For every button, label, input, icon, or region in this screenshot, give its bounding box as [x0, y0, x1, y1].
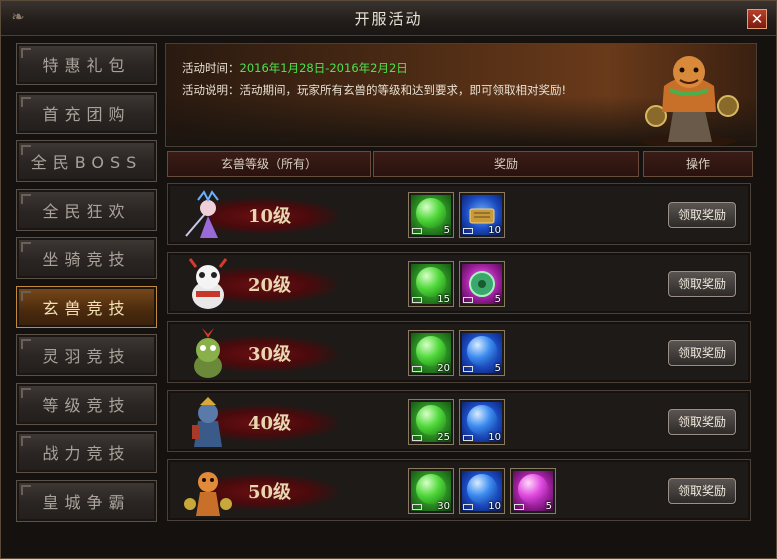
bind-icon: [412, 228, 422, 234]
sidebar-item-mount-race[interactable]: 坐骑竞技: [16, 237, 157, 279]
reward-item[interactable]: 5: [459, 330, 505, 376]
sidebar-item-beast-race[interactable]: 玄兽竞技: [16, 285, 157, 328]
paw-orb-icon: [467, 474, 497, 504]
item-count: 20: [437, 363, 450, 374]
bind-icon: [412, 297, 422, 303]
content-panel: 活动时间：2016年1月28日-2016年2月2日 活动说明：活动期间，玩家所有…: [165, 43, 759, 523]
sidebar-item-special-gift[interactable]: 特惠礼包: [16, 43, 157, 85]
item-count: 10: [488, 501, 501, 512]
close-button[interactable]: ✕: [747, 9, 767, 29]
reward-items: 5 10: [408, 192, 505, 238]
jade-icon: [469, 271, 495, 297]
reward-item[interactable]: 10: [459, 399, 505, 445]
paw-orb-icon: [467, 405, 497, 435]
activity-time-value: 2016年1月28日-2016年2月2日: [239, 61, 408, 75]
claim-reward-button[interactable]: 领取奖励: [668, 271, 736, 297]
reward-item[interactable]: 10: [459, 468, 505, 514]
bind-icon: [463, 366, 473, 372]
title-bar[interactable]: ❧ 开服活动 ✕: [1, 1, 776, 36]
level-label: 20级: [248, 275, 292, 296]
item-count: 5: [494, 294, 501, 305]
sidebar-item-power-race[interactable]: 战力竞技: [16, 431, 157, 473]
item-count: 30: [437, 501, 450, 512]
bind-icon: [412, 435, 422, 441]
level-label: 30级: [248, 344, 292, 365]
reward-item[interactable]: 20: [408, 330, 454, 376]
reward-item[interactable]: 25: [408, 399, 454, 445]
claim-reward-button[interactable]: 领取奖励: [668, 409, 736, 435]
item-count: 25: [437, 432, 450, 443]
sidebar-item-level-race[interactable]: 等级竞技: [16, 382, 157, 425]
level-label: 40级: [248, 413, 292, 434]
level-label: 50级: [248, 482, 292, 503]
pet-panda-icon: [188, 258, 228, 309]
pet-armored-knight-icon: [192, 397, 222, 447]
paw-orb-icon: [416, 405, 446, 435]
table-header: 玄兽等级（所有） 奖励 操作: [165, 151, 757, 179]
reward-items: 25 10: [408, 399, 505, 445]
item-count: 5: [494, 363, 501, 374]
table-row: 10级 5 10 领取奖励: [167, 183, 751, 245]
pet-fairy-icon: [185, 190, 219, 238]
reward-items: 30 10 5: [408, 468, 556, 514]
reward-items: 15 5: [408, 261, 505, 307]
bind-icon: [463, 228, 473, 234]
activity-time-label: 活动时间：: [182, 61, 240, 75]
item-count: 5: [545, 501, 552, 512]
item-count: 10: [488, 432, 501, 443]
reward-item[interactable]: 5: [510, 468, 556, 514]
reward-items: 20 5: [408, 330, 505, 376]
bind-icon: [463, 435, 473, 441]
sidebar: 特惠礼包 首充团购 全民BOSS 全民狂欢 坐骑竞技 玄兽竞技 灵羽竞技 等级竞…: [16, 43, 161, 528]
claim-reward-button[interactable]: 领取奖励: [668, 340, 736, 366]
window-title: 开服活动: [354, 10, 423, 28]
bind-icon: [412, 504, 422, 510]
paw-orb-icon: [416, 474, 446, 504]
claim-reward-button[interactable]: 领取奖励: [668, 202, 736, 228]
reward-item[interactable]: 30: [408, 468, 454, 514]
level-label: 10级: [248, 206, 292, 227]
reward-item[interactable]: 5: [408, 192, 454, 238]
bind-icon: [514, 504, 524, 510]
activity-desc-value: 活动期间，玩家所有玄兽的等级和达到要求，即可领取相对奖励!: [239, 83, 567, 97]
activity-description: 活动说明：活动期间，玩家所有玄兽的等级和达到要求，即可领取相对奖励!: [182, 82, 566, 98]
claim-reward-button[interactable]: 领取奖励: [668, 478, 736, 504]
item-count: 10: [488, 225, 501, 236]
beast-warrior-portrait: [640, 56, 739, 146]
table-row: 20级 15 5 领取奖励: [167, 252, 751, 314]
sidebar-item-castle-war[interactable]: 皇城争霸: [16, 479, 157, 522]
table-row: 40级 25 10 领取奖励: [167, 390, 751, 452]
event-window: ❧ 开服活动 ✕ 特惠礼包 首充团购 全民BOSS 全民狂欢 坐骑竞技 玄兽竞技…: [0, 0, 777, 559]
paw-orb-icon: [416, 336, 446, 366]
sidebar-item-wing-race[interactable]: 灵羽竞技: [16, 334, 157, 376]
header-reward: 奖励: [373, 151, 639, 177]
activity-banner: 活动时间：2016年1月28日-2016年2月2日 活动说明：活动期间，玩家所有…: [165, 43, 757, 147]
activity-desc-label: 活动说明：: [182, 83, 240, 97]
activity-time: 活动时间：2016年1月28日-2016年2月2日: [182, 60, 408, 76]
sidebar-item-first-charge[interactable]: 首充团购: [16, 91, 157, 134]
paw-orb-icon: [416, 267, 446, 297]
reward-item[interactable]: 5: [459, 261, 505, 307]
item-count: 5: [443, 225, 450, 236]
pet-sprout-icon: [194, 328, 222, 378]
reward-item[interactable]: 10: [459, 192, 505, 238]
item-count: 15: [437, 294, 450, 305]
bind-icon: [412, 366, 422, 372]
paw-orb-icon: [518, 474, 548, 504]
sidebar-item-world-boss[interactable]: 全民BOSS: [16, 140, 157, 182]
header-level: 玄兽等级（所有）: [167, 151, 371, 177]
pet-beast-warrior-icon: [184, 472, 232, 516]
bind-icon: [463, 504, 473, 510]
paw-orb-icon: [467, 336, 497, 366]
reward-item[interactable]: 15: [408, 261, 454, 307]
table-row: 30级 20 5 领取奖励: [167, 321, 751, 383]
header-action: 操作: [643, 151, 753, 177]
bind-icon: [463, 297, 473, 303]
table-row: 50级 30 10 5 领取奖励: [167, 459, 751, 521]
paw-orb-icon: [416, 198, 446, 228]
sidebar-item-carnival[interactable]: 全民狂欢: [16, 188, 157, 231]
